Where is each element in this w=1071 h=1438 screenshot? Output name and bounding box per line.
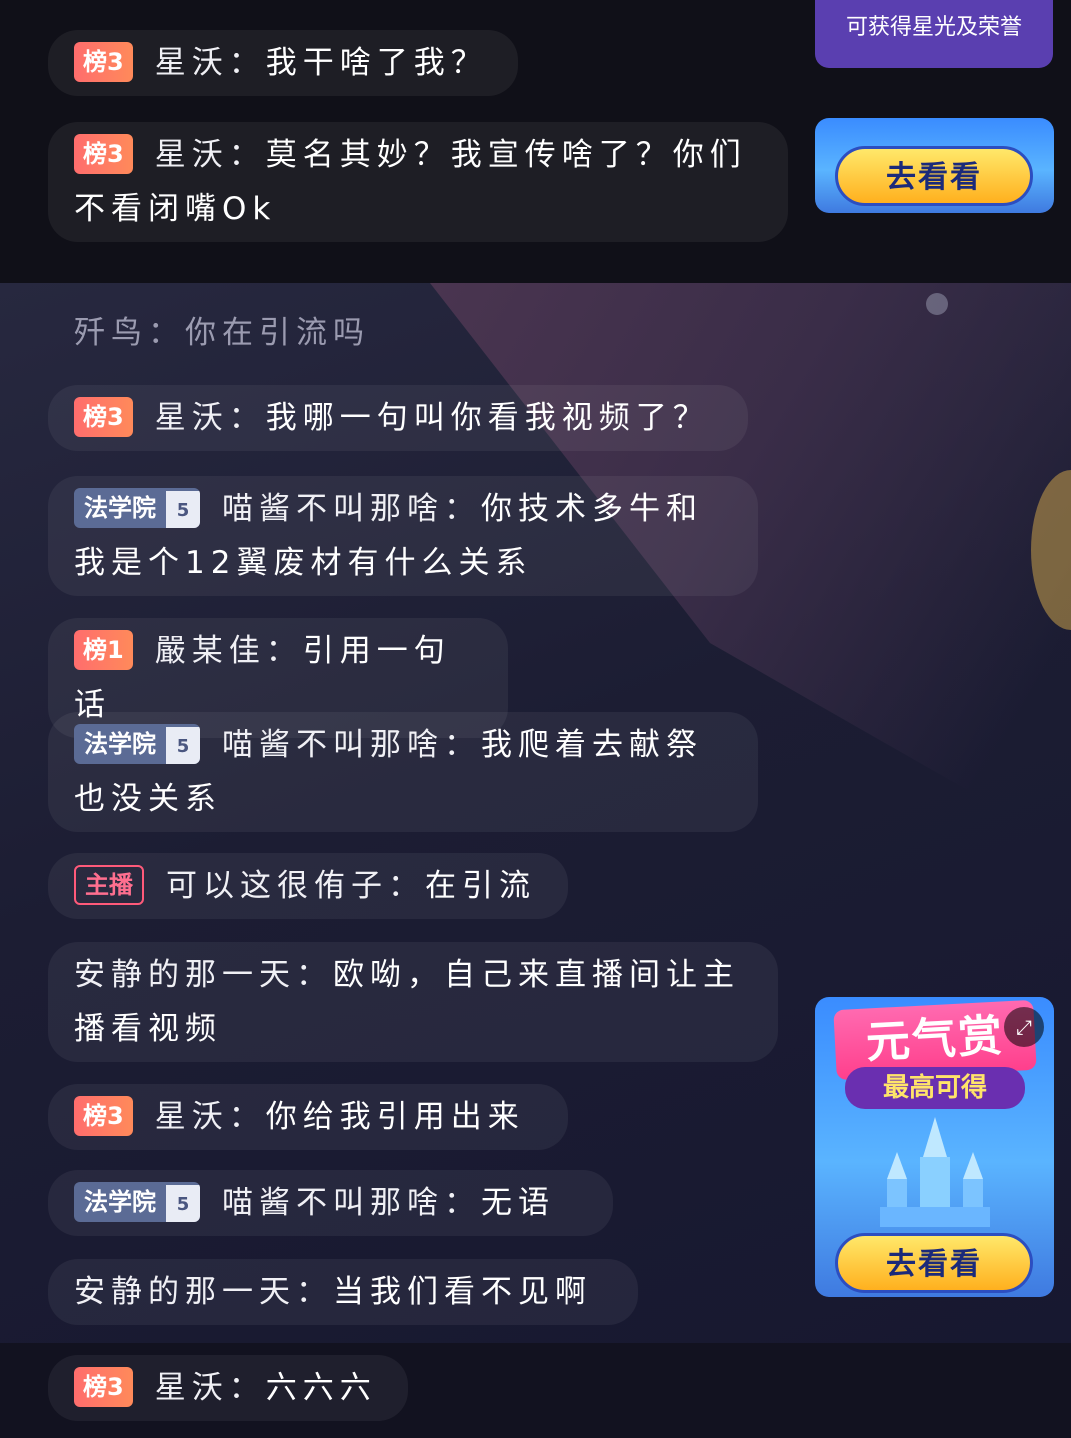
- chat-message: 安静的那一天：当我们看不见啊: [48, 1259, 638, 1325]
- chat-message: 主播 可以这很侑子：在引流: [48, 853, 568, 919]
- chat-message: 安静的那一天：欧呦，自己来直播间让主播看视频: [48, 942, 778, 1062]
- username[interactable]: 星沃: [155, 1099, 229, 1135]
- username[interactable]: 嚴某佳: [155, 633, 266, 669]
- expand-icon[interactable]: ⤢: [1004, 1007, 1044, 1047]
- username[interactable]: 安静的那一天: [74, 957, 296, 993]
- chat-message: 法学院 5 喵酱不叫那啥：无语: [48, 1170, 613, 1236]
- promo-subtitle: 最高可得: [845, 1067, 1025, 1109]
- fan-level: 5: [166, 1184, 200, 1222]
- chat-message: 法学院 5 喵酱不叫那啥：你技术多牛和我是个12翼废材有什么关系: [48, 476, 758, 596]
- go-look-button[interactable]: 去看看: [835, 1233, 1033, 1293]
- fan-level: 5: [166, 490, 200, 528]
- chat-message: 榜3 星沃：你给我引用出来: [48, 1084, 568, 1150]
- message-text: 你给我引用出来: [265, 1099, 525, 1135]
- fan-club-badge: 法学院 5: [74, 487, 200, 528]
- message-text: 你在引流吗: [185, 315, 370, 351]
- message-text: 当我们看不见啊: [333, 1274, 592, 1310]
- username[interactable]: 可以这很侑子: [166, 868, 388, 904]
- chat-message: 榜3 星沃：我哪一句叫你看我视频了？: [48, 385, 748, 451]
- username[interactable]: 歼鸟: [74, 315, 148, 351]
- rank-badge: 榜1: [74, 629, 133, 670]
- rank-badge: 榜3: [74, 1095, 133, 1136]
- username[interactable]: 喵酱不叫那啥: [222, 491, 444, 527]
- message-text: 我干啥了我？: [265, 45, 488, 81]
- chat-message: 榜3 星沃：我干啥了我？: [48, 30, 518, 96]
- promo-card-bottom[interactable]: 元气赏 最高可得 ⤢ 去看看: [815, 997, 1054, 1297]
- castle-icon: [880, 1117, 990, 1227]
- username[interactable]: 星沃: [155, 400, 229, 436]
- fan-club-badge: 法学院 5: [74, 723, 200, 764]
- chat-message: 歼鸟：你在引流吗: [74, 315, 370, 351]
- fan-level: 5: [166, 726, 200, 764]
- rank-badge: 榜3: [74, 133, 133, 174]
- rank-badge: 榜3: [74, 1366, 133, 1407]
- username[interactable]: 星沃: [155, 45, 229, 81]
- username[interactable]: 喵酱不叫那啥: [222, 727, 444, 763]
- username[interactable]: 喵酱不叫那啥: [222, 1185, 444, 1221]
- chat-message: 榜3 星沃：六六六: [48, 1355, 408, 1421]
- username[interactable]: 星沃: [155, 137, 229, 173]
- chat-message: 法学院 5 喵酱不叫那啥：我爬着去献祭也没关系: [48, 712, 758, 832]
- message-text: 在引流: [425, 868, 536, 904]
- chat-message: 榜3 星沃：莫名其妙？我宣传啥了？你们不看闭嘴Ok: [48, 122, 788, 242]
- reward-notice[interactable]: 可获得星光及荣誉: [815, 0, 1053, 68]
- rank-badge: 榜3: [74, 41, 133, 82]
- rank-badge: 榜3: [74, 396, 133, 437]
- go-look-button[interactable]: 去看看: [835, 146, 1033, 206]
- message-text: 我哪一句叫你看我视频了？: [265, 400, 710, 436]
- username[interactable]: 安静的那一天: [74, 1274, 296, 1310]
- message-text: 无语: [481, 1185, 555, 1221]
- promo-card-top[interactable]: 去看看: [815, 118, 1054, 213]
- username[interactable]: 星沃: [155, 1370, 229, 1406]
- message-text: 六六六: [265, 1370, 377, 1406]
- fan-club-badge: 法学院 5: [74, 1181, 200, 1222]
- host-badge: 主播: [74, 864, 144, 905]
